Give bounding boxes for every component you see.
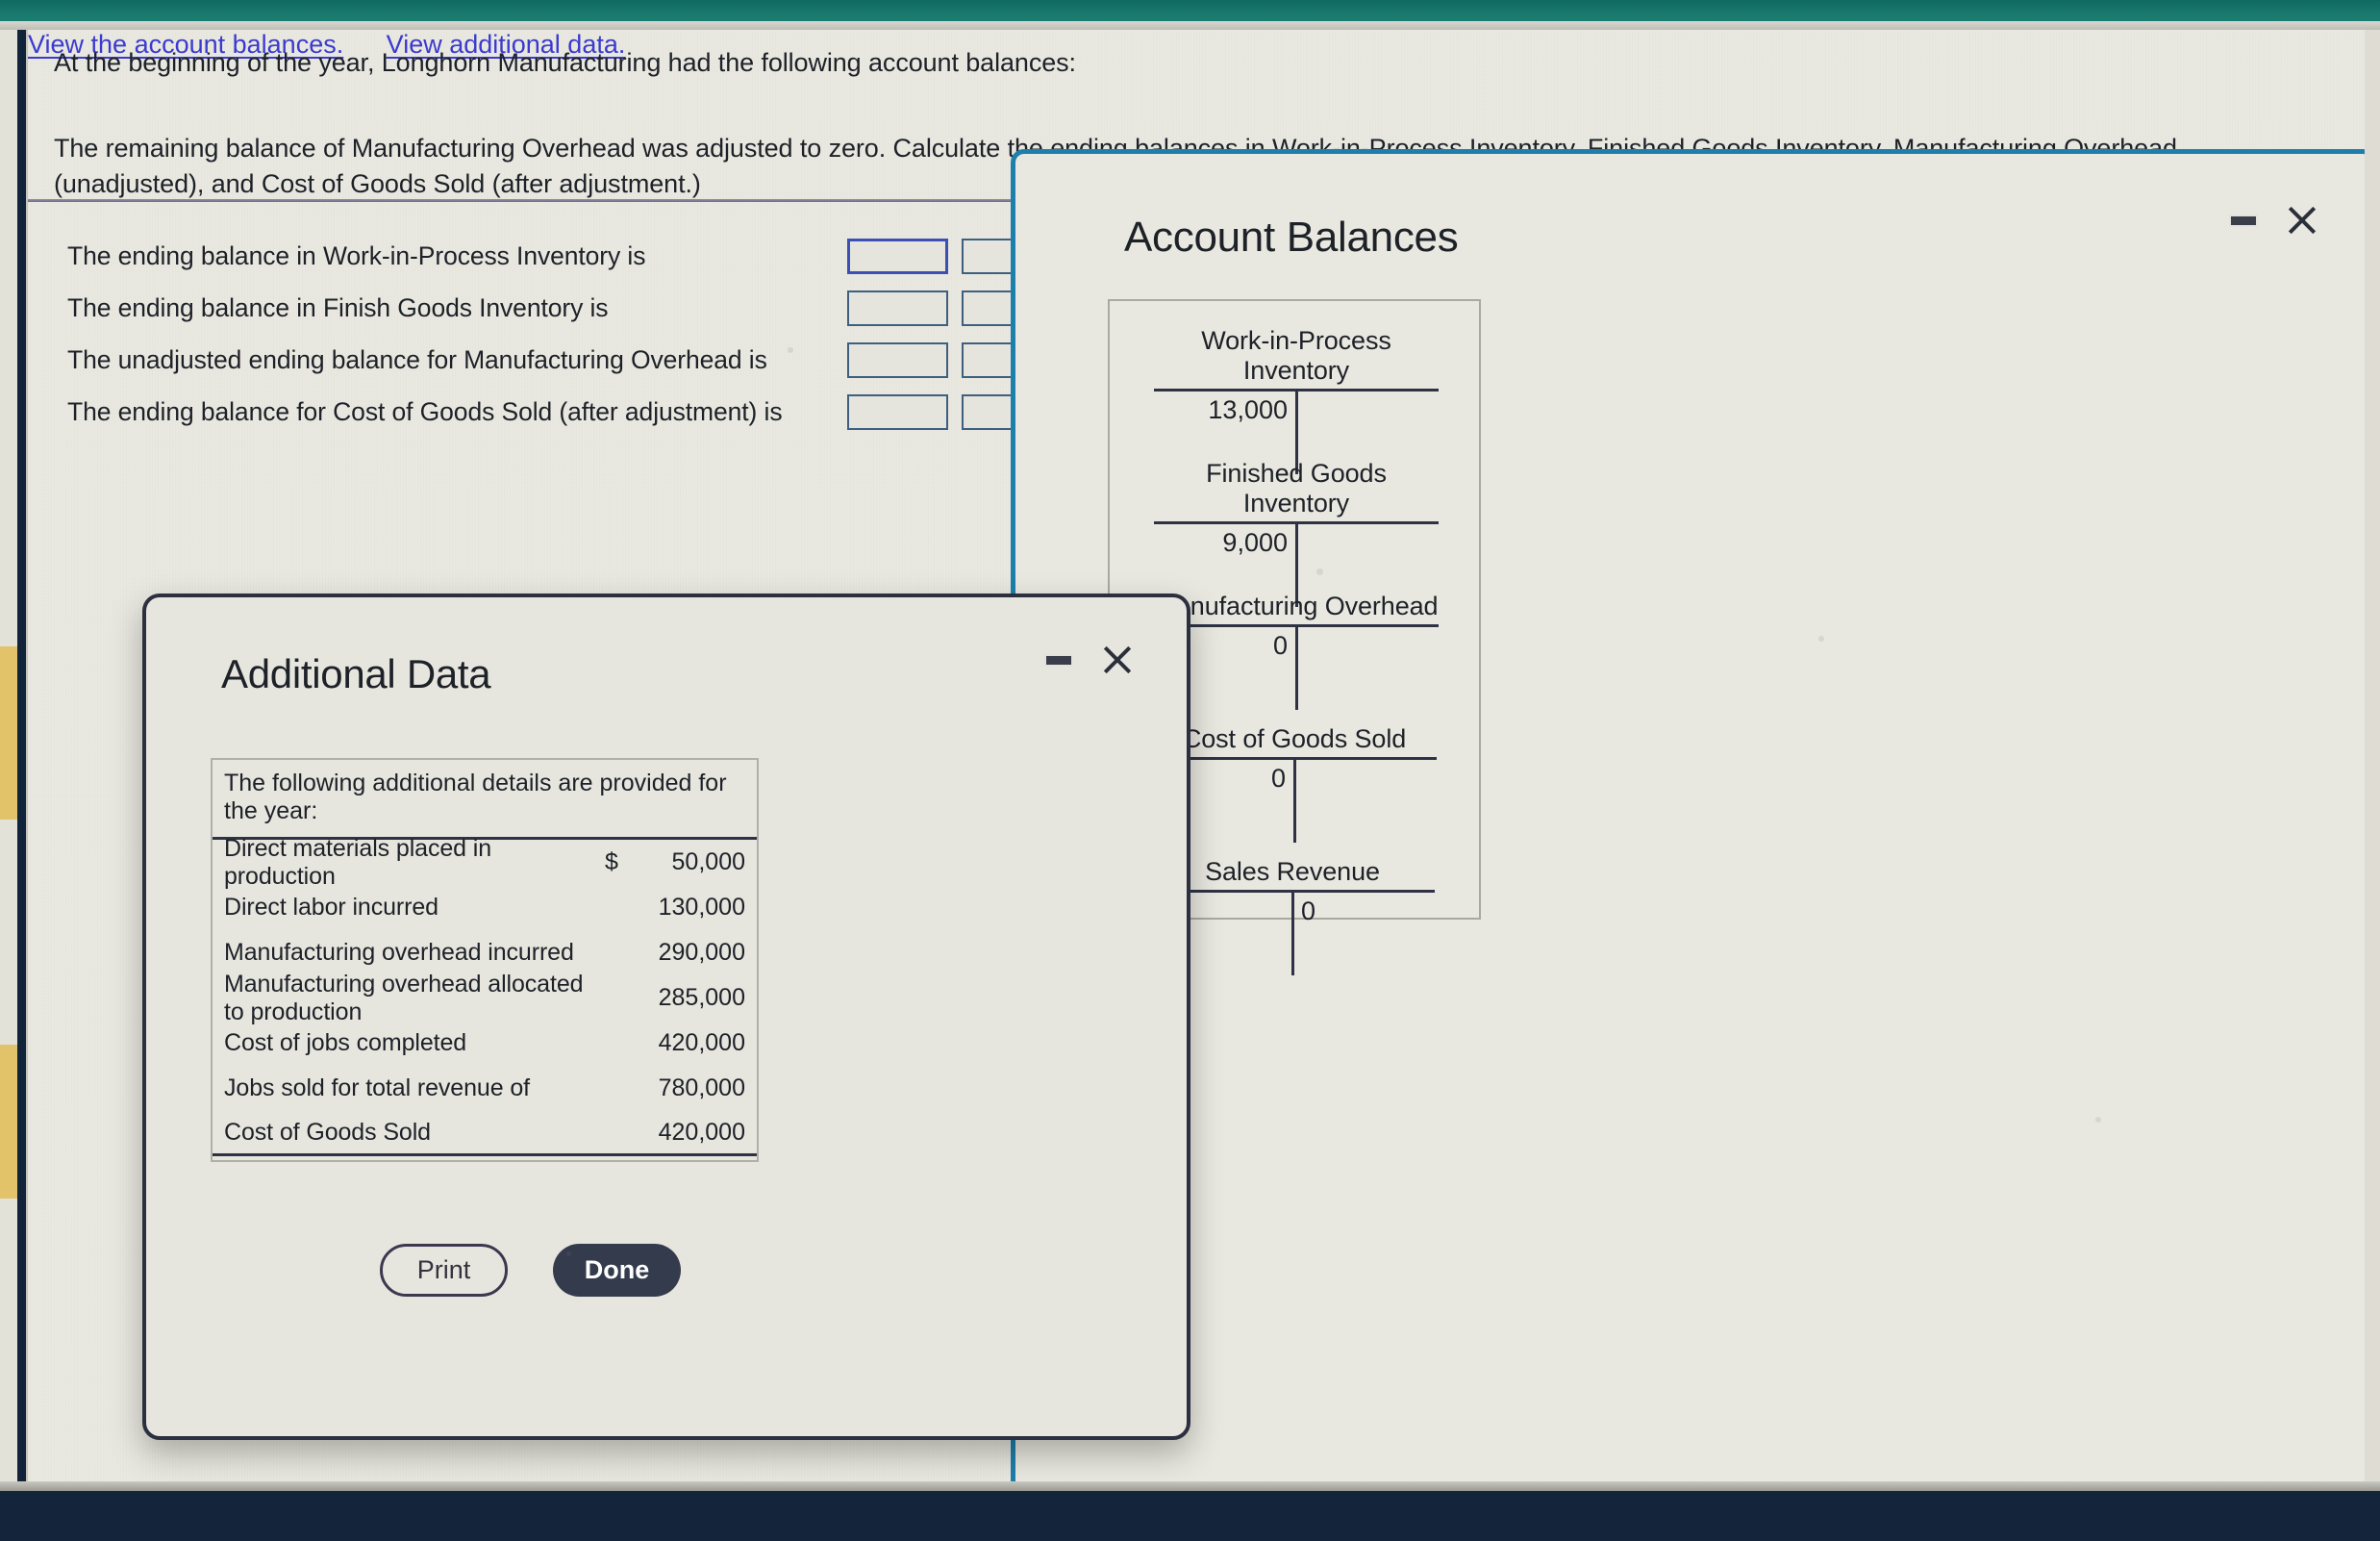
- minimize-icon[interactable]: [2229, 214, 2258, 227]
- answer-label: The unadjusted ending balance for Manufa…: [67, 344, 767, 374]
- answer-label: The ending balance in Work-in-Process In…: [67, 240, 646, 270]
- t-account-debit-value: 13,000: [1208, 395, 1288, 424]
- t-account-body: 0: [1150, 893, 1435, 975]
- minimize-icon[interactable]: [1044, 653, 1073, 667]
- additional-data-dialog-actions: Print Done: [380, 1244, 681, 1297]
- t-account-name: Cost of Goods Sold: [1182, 724, 1407, 753]
- t-account-finished-goods: Finished Goods Inventory 9,000: [1154, 459, 1439, 607]
- row-currency: $: [605, 848, 618, 875]
- device-top-bezel: [0, 0, 2380, 21]
- print-button[interactable]: Print: [380, 1244, 508, 1297]
- table-row: Cost of jobs completed 420,000: [213, 1021, 757, 1066]
- row-value: 420,000: [658, 1029, 745, 1056]
- screen-photo: At the beginning of the year, Longhorn M…: [0, 0, 2380, 1541]
- row-value: 780,000: [658, 1074, 745, 1101]
- account-balances-window-controls: [2229, 204, 2317, 237]
- page-right-margin: [2365, 30, 2380, 1481]
- t-account-name: Work-in-Process Inventory: [1201, 326, 1391, 385]
- t-account-body: 0: [1154, 627, 1439, 710]
- row-value: 420,000: [658, 1118, 745, 1146]
- done-button[interactable]: Done: [553, 1244, 681, 1297]
- additional-data-table-rows: Direct materials placed in production $ …: [213, 835, 757, 1160]
- device-bottom-bezel: [0, 1491, 2380, 1541]
- row-value: 50,000: [671, 848, 745, 875]
- t-account-cost-of-goods-sold: Cost of Goods Sold 0: [1152, 724, 1437, 843]
- answer-input-wip-primary[interactable]: [847, 238, 948, 274]
- additional-data-dialog: Additional Data The following additional…: [142, 594, 1190, 1440]
- additional-data-table-heading: The following additional details are pro…: [213, 760, 757, 840]
- gold-accent-strip-lower: [0, 1045, 17, 1199]
- gold-accent-strip-upper: [0, 646, 17, 820]
- close-icon[interactable]: [1100, 644, 1133, 676]
- t-account-credit-value: 0: [1301, 897, 1316, 925]
- additional-data-table: The following additional details are pro…: [211, 758, 759, 1162]
- t-account-body: 0: [1152, 760, 1437, 843]
- table-row: Manufacturing overhead allocated to prod…: [213, 971, 757, 1025]
- table-row: Cost of Goods Sold 420,000: [213, 1111, 757, 1156]
- answer-input-fg-primary[interactable]: [847, 290, 948, 326]
- row-label: Cost of Goods Sold: [224, 1118, 431, 1146]
- row-label: Jobs sold for total revenue of: [224, 1074, 531, 1101]
- device-top-highlight: [0, 21, 2380, 30]
- table-row: Direct labor incurred 130,000: [213, 885, 757, 930]
- account-balances-title: Account Balances: [1124, 214, 1459, 261]
- answer-label: The ending balance in Finish Goods Inven…: [67, 292, 609, 322]
- additional-data-title: Additional Data: [221, 651, 491, 696]
- t-account-name: Finished Goods Inventory: [1206, 459, 1387, 518]
- t-account-name: Sales Revenue: [1205, 857, 1380, 886]
- question-intro-text: At the beginning of the year, Longhorn M…: [54, 48, 1076, 77]
- answer-label: The ending balance for Cost of Goods Sol…: [67, 396, 783, 426]
- account-balances-panel: Account Balances Work-in-Process Invento…: [1011, 149, 2365, 1481]
- t-account-manufacturing-overhead: Manufacturing Overhead 0: [1154, 592, 1439, 710]
- row-value: 285,000: [658, 984, 745, 1011]
- answer-input-cogs-primary[interactable]: [847, 393, 948, 430]
- row-label: Direct labor incurred: [224, 894, 438, 921]
- additional-data-window-controls: [1044, 644, 1133, 676]
- table-row: Manufacturing overhead incurred 290,000: [213, 930, 757, 975]
- question-page: At the beginning of the year, Longhorn M…: [28, 30, 2365, 1481]
- answer-input-moh-primary[interactable]: [847, 341, 948, 378]
- row-label: Cost of jobs completed: [224, 1029, 467, 1056]
- table-row: Jobs sold for total revenue of 780,000: [213, 1066, 757, 1111]
- row-label: Direct materials placed in production: [224, 834, 492, 890]
- t-account-debit-value: 9,000: [1222, 528, 1288, 557]
- table-row: Direct materials placed in production $ …: [213, 835, 757, 890]
- t-account-sales-revenue: Sales Revenue 0: [1150, 857, 1435, 975]
- device-bottom-highlight: [0, 1481, 2380, 1491]
- close-icon[interactable]: [2285, 204, 2317, 237]
- t-account-wip: Work-in-Process Inventory 13,000: [1154, 326, 1439, 474]
- row-value: 290,000: [658, 939, 745, 966]
- row-value: 130,000: [658, 894, 745, 921]
- row-label: Manufacturing overhead allocated to prod…: [224, 970, 584, 1025]
- row-label: Manufacturing overhead incurred: [224, 939, 574, 966]
- t-account-name: Manufacturing Overhead: [1154, 592, 1439, 620]
